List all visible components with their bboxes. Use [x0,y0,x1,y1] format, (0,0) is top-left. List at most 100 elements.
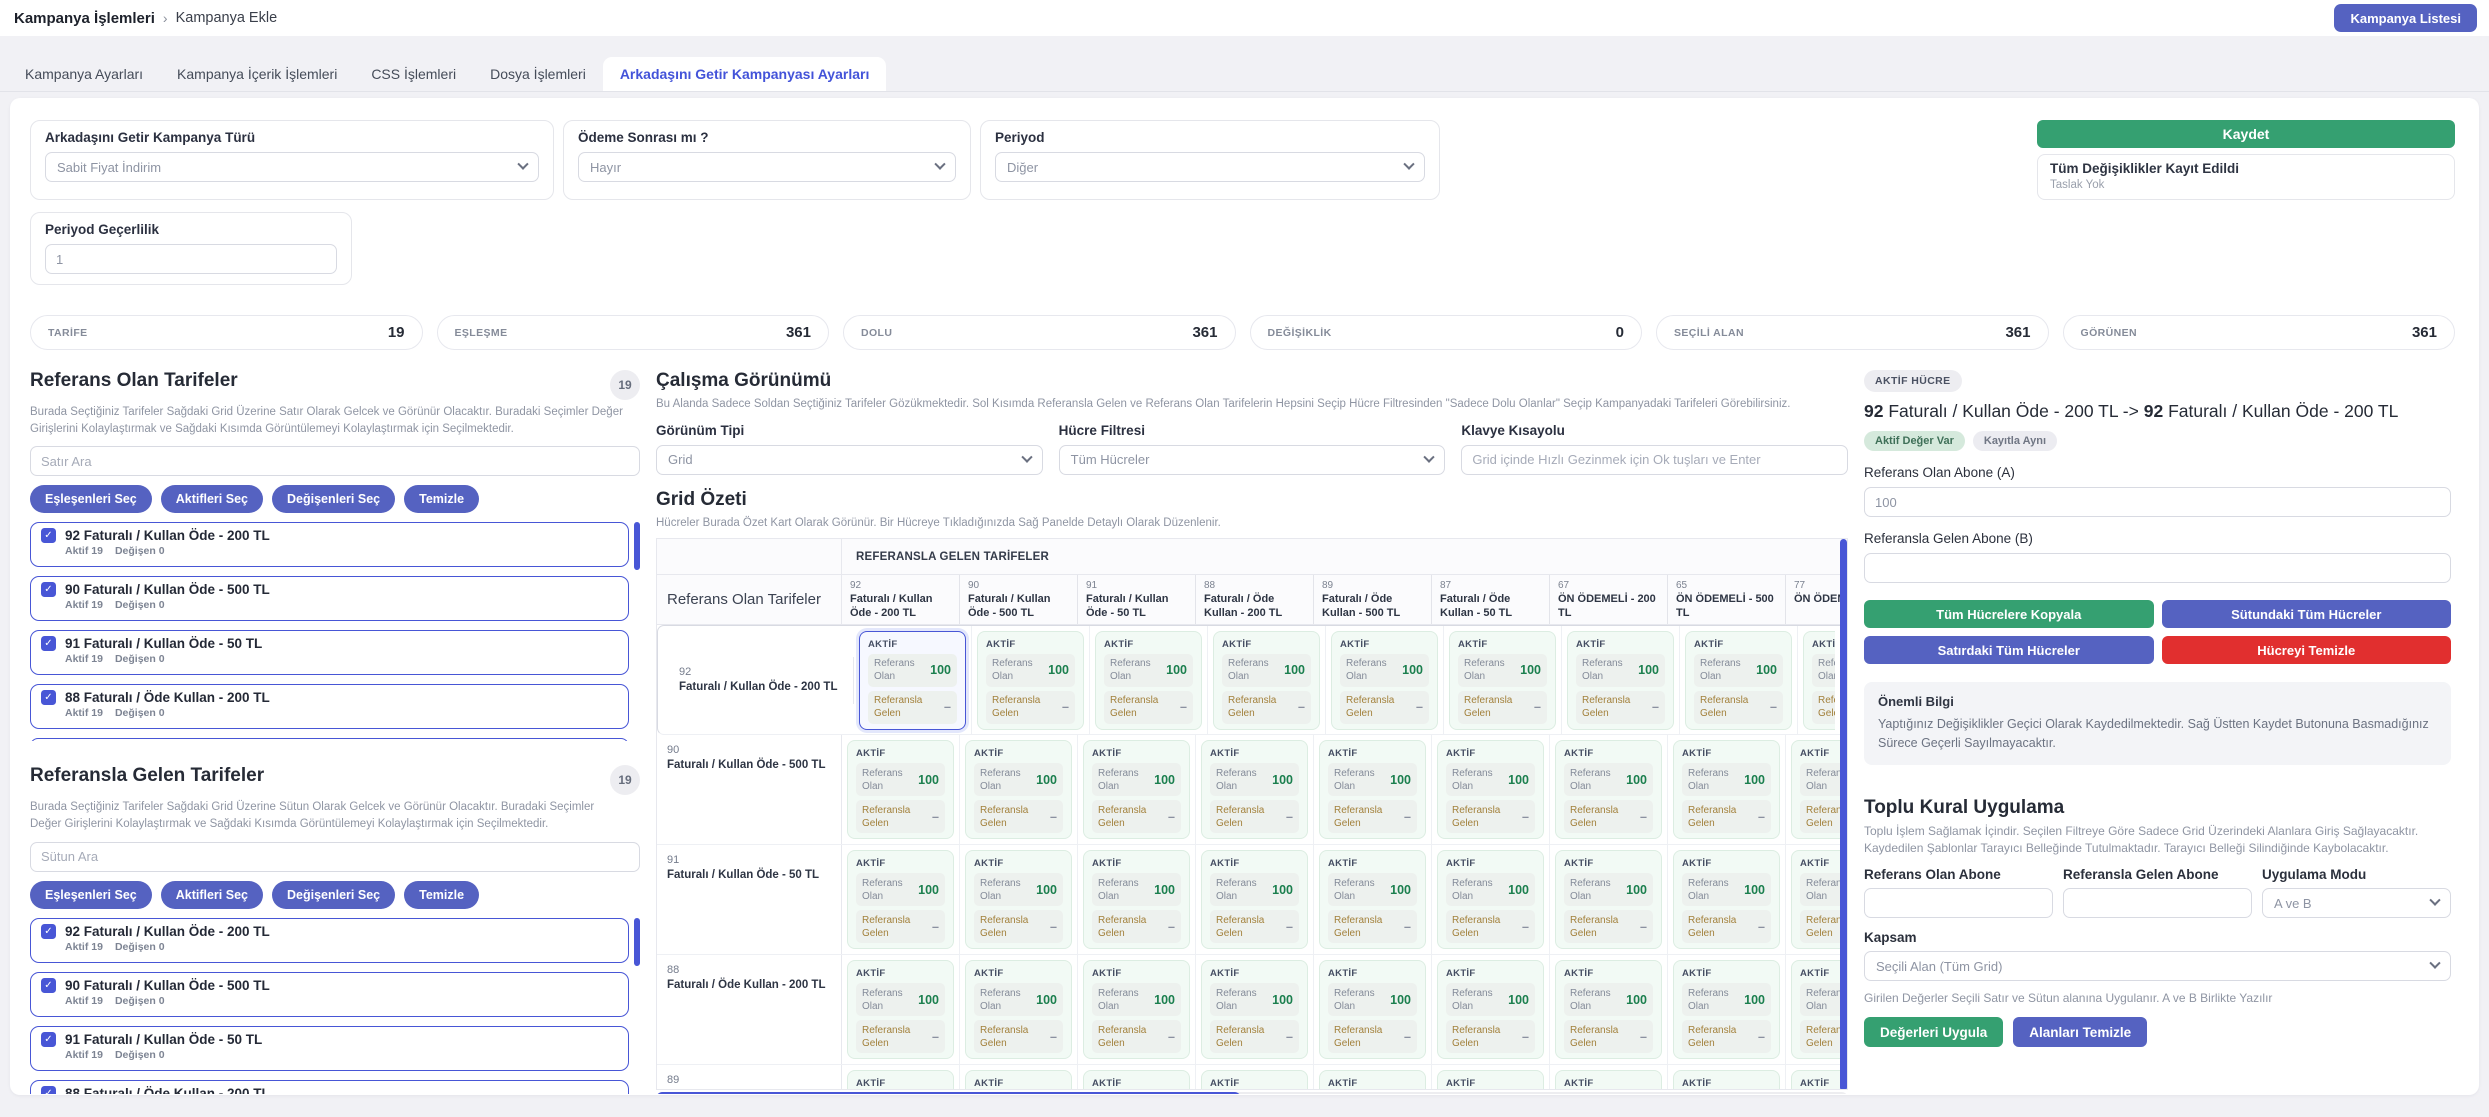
grid-cell[interactable]: AKTİF Referans Olan100 Referansla Gelen– [965,740,1072,839]
panel-action-button[interactable]: Eşleşenleri Seç [30,485,152,513]
grid-cell[interactable]: AKTİF Referans Olan100 Referansla Gelen– [965,960,1072,1059]
all-cells-in-row-button[interactable]: Satırdaki Tüm Hücreler [1864,636,2154,664]
panel-action-button[interactable]: Değişenleri Seç [272,485,395,513]
panel-action-button[interactable]: Eşleşenleri Seç [30,881,152,909]
grid-horizontal-scrollbar-thumb[interactable] [656,1092,1241,1094]
incoming-subscriber-b-input[interactable] [1864,553,2451,583]
column-search-input[interactable] [30,842,640,872]
grid-cell[interactable]: AKTİF Referans Olan100 Referansla Gelen– [1095,631,1202,730]
grid-cell[interactable]: AKTİF Referans Olan100 Referansla Gelen– [847,1070,954,1090]
grid-cell[interactable]: AKTİF Referans Olan100 Referansla Gelen– [1437,740,1544,839]
period-select[interactable]: Diğer [995,152,1425,182]
checkbox-checked-icon[interactable]: ✓ [41,1032,56,1047]
tariff-list-item[interactable]: ✓ 92 Faturalı / Kullan Öde - 200 TL Akti… [30,522,629,567]
grid-cell[interactable]: AKTİF Referans Olan100 Referansla Gelen– [1803,631,1835,730]
panel-action-button[interactable]: Temizle [404,881,479,909]
clear-fields-button[interactable]: Alanları Temizle [2013,1017,2147,1047]
grid-cell[interactable]: AKTİF Referans Olan100 Referansla Gelen– [1083,850,1190,949]
grid-cell[interactable]: AKTİF Referans Olan100 Referansla Gelen– [1437,960,1544,1059]
tab-css-islemleri[interactable]: CSS İşlemleri [354,57,473,91]
grid-cell[interactable]: AKTİF Referans Olan100 Referansla Gelen– [1437,850,1544,949]
grid-cell[interactable]: AKTİF Referans Olan100 Referansla Gelen– [1449,631,1556,730]
cell-filter-select[interactable]: Tüm Hücreler [1059,445,1446,475]
grid-cell[interactable]: AKTİF Referans Olan100 Referansla Gelen– [1555,850,1662,949]
checkbox-checked-icon[interactable]: ✓ [41,978,56,993]
checkbox-checked-icon[interactable]: ✓ [41,1086,56,1094]
grid-cell[interactable]: AKTİF Referans Olan100 Referansla Gelen– [1673,740,1780,839]
grid-cell[interactable]: AKTİF Referans Olan100 Referansla Gelen– [1201,1070,1308,1090]
grid-cell[interactable]: AKTİF Referans Olan100 Referansla Gelen– [1319,850,1426,949]
grid-cell[interactable]: AKTİF Referans Olan100 Referansla Gelen– [1331,631,1438,730]
grid-cell[interactable]: AKTİF Referans Olan100 Referansla Gelen– [1555,1070,1662,1090]
tariff-list-item[interactable]: ✓ 90 Faturalı / Kullan Öde - 500 TL Akti… [30,576,629,621]
row-search-input[interactable] [30,446,640,476]
grid-cell[interactable]: AKTİF Referans Olan100 Referansla Gelen– [1319,1070,1426,1090]
tariff-list-item[interactable]: ✓ 91 Faturalı / Kullan Öde - 50 TL Aktif… [30,630,629,675]
grid-cell[interactable]: AKTİF Referans Olan100 Referansla Gelen– [1213,631,1320,730]
grid-cell[interactable]: AKTİF Referans Olan100 Referansla Gelen– [1201,850,1308,949]
clear-cell-button[interactable]: Hücreyi Temizle [2162,636,2452,664]
save-button[interactable]: Kaydet [2037,120,2455,148]
grid-cell[interactable]: AKTİF Referans Olan100 Referansla Gelen– [1083,1070,1190,1090]
grid-cell[interactable]: AKTİF Referans Olan100 Referansla Gelen– [1791,850,1847,949]
grid-cell[interactable]: AKTİF Referans Olan100 Referansla Gelen– [1083,740,1190,839]
period-validity-input[interactable] [45,244,337,274]
bulk-inc-subscriber-input[interactable] [2063,888,2252,918]
grid-cell[interactable]: AKTİF Referans Olan100 Referansla Gelen– [1567,631,1674,730]
all-cells-in-column-button[interactable]: Sütundaki Tüm Hücreler [2162,600,2452,628]
panel-action-button[interactable]: Aktifleri Seç [161,485,263,513]
bulk-ref-subscriber-input[interactable] [1864,888,2053,918]
grid-cell[interactable]: AKTİF Referans Olan100 Referansla Gelen– [965,850,1072,949]
grid-cell[interactable]: AKTİF Referans Olan100 Referansla Gelen– [1437,1070,1544,1090]
keyboard-shortcut-input[interactable] [1461,445,1848,475]
grid-cell[interactable]: AKTİF Referans Olan100 Referansla Gelen– [1083,960,1190,1059]
checkbox-checked-icon[interactable]: ✓ [41,528,56,543]
apply-values-button[interactable]: Değerleri Uygula [1864,1017,2003,1047]
grid-cell[interactable]: AKTİF Referans Olan100 Referansla Gelen– [1791,960,1847,1059]
list-scrollbar-thumb[interactable] [634,918,640,966]
tariff-list-item[interactable]: ✓ 92 Faturalı / Kullan Öde - 200 TL Akti… [30,918,629,963]
grid-cell[interactable]: AKTİF Referans Olan100 Referansla Gelen– [859,631,966,730]
grid-cell[interactable]: AKTİF Referans Olan100 Referansla Gelen– [1555,740,1662,839]
breadcrumb-root[interactable]: Kampanya İşlemleri [14,10,155,27]
tariff-list-item[interactable]: ✓ 88 Faturalı / Öde Kullan - 200 TL Akti… [30,684,629,729]
checkbox-checked-icon[interactable]: ✓ [41,636,56,651]
grid-cell[interactable]: AKTİF Referans Olan100 Referansla Gelen– [1673,1070,1780,1090]
reference-subscriber-a-input[interactable] [1864,487,2451,517]
grid-cell[interactable]: AKTİF Referans Olan100 Referansla Gelen– [1673,850,1780,949]
bulk-mode-select[interactable]: A ve B [2262,888,2451,918]
grid-cell[interactable]: AKTİF Referans Olan100 Referansla Gelen– [847,740,954,839]
list-scrollbar-thumb[interactable] [634,522,640,570]
grid-cell[interactable]: AKTİF Referans Olan100 Referansla Gelen– [1673,960,1780,1059]
bulk-scope-select[interactable]: Seçili Alan (Tüm Grid) [1864,951,2451,981]
grid-cell[interactable]: AKTİF Referans Olan100 Referansla Gelen– [1555,960,1662,1059]
checkbox-checked-icon[interactable]: ✓ [41,690,56,705]
grid-cell[interactable]: AKTİF Referans Olan100 Referansla Gelen– [847,960,954,1059]
checkbox-checked-icon[interactable]: ✓ [41,582,56,597]
grid-cell[interactable]: AKTİF Referans Olan100 Referansla Gelen– [965,1070,1072,1090]
tab-dosya-islemleri[interactable]: Dosya İşlemleri [473,57,603,91]
panel-action-button[interactable]: Temizle [404,485,479,513]
grid-cell[interactable]: AKTİF Referans Olan100 Referansla Gelen– [847,850,954,949]
grid-cell[interactable]: AKTİF Referans Olan100 Referansla Gelen– [1201,960,1308,1059]
campaign-type-select[interactable]: Sabit Fiyat İndirim [45,152,539,182]
tariff-list-item-partial[interactable] [30,738,629,741]
tab-arkadasini-getir[interactable]: Arkadaşını Getir Kampanyası Ayarları [603,57,887,91]
grid-cell[interactable]: AKTİF Referans Olan100 Referansla Gelen– [1791,1070,1847,1090]
grid-cell[interactable]: AKTİF Referans Olan100 Referansla Gelen– [1201,740,1308,839]
tariff-list-item[interactable]: ✓ 91 Faturalı / Kullan Öde - 50 TL Aktif… [30,1026,629,1071]
grid-vertical-scrollbar[interactable] [1840,539,1847,1090]
grid-cell[interactable]: AKTİF Referans Olan100 Referansla Gelen– [1319,960,1426,1059]
grid-cell[interactable]: AKTİF Referans Olan100 Referansla Gelen– [1319,740,1426,839]
panel-action-button[interactable]: Aktifleri Seç [161,881,263,909]
grid-cell[interactable]: AKTİF Referans Olan100 Referansla Gelen– [977,631,1084,730]
panel-action-button[interactable]: Değişenleri Seç [272,881,395,909]
copy-to-all-cells-button[interactable]: Tüm Hücrelere Kopyala [1864,600,2154,628]
tariff-list-item[interactable]: ✓ 88 Faturalı / Öde Kullan - 200 TL Akti… [30,1080,629,1094]
grid-cell[interactable]: AKTİF Referans Olan100 Referansla Gelen– [1791,740,1847,839]
tab-kampanya-ayarlari[interactable]: Kampanya Ayarları [8,57,160,91]
grid-cell[interactable]: AKTİF Referans Olan100 Referansla Gelen– [1685,631,1792,730]
view-type-select[interactable]: Grid [656,445,1043,475]
tariff-list-item[interactable]: ✓ 90 Faturalı / Kullan Öde - 500 TL Akti… [30,972,629,1017]
checkbox-checked-icon[interactable]: ✓ [41,924,56,939]
